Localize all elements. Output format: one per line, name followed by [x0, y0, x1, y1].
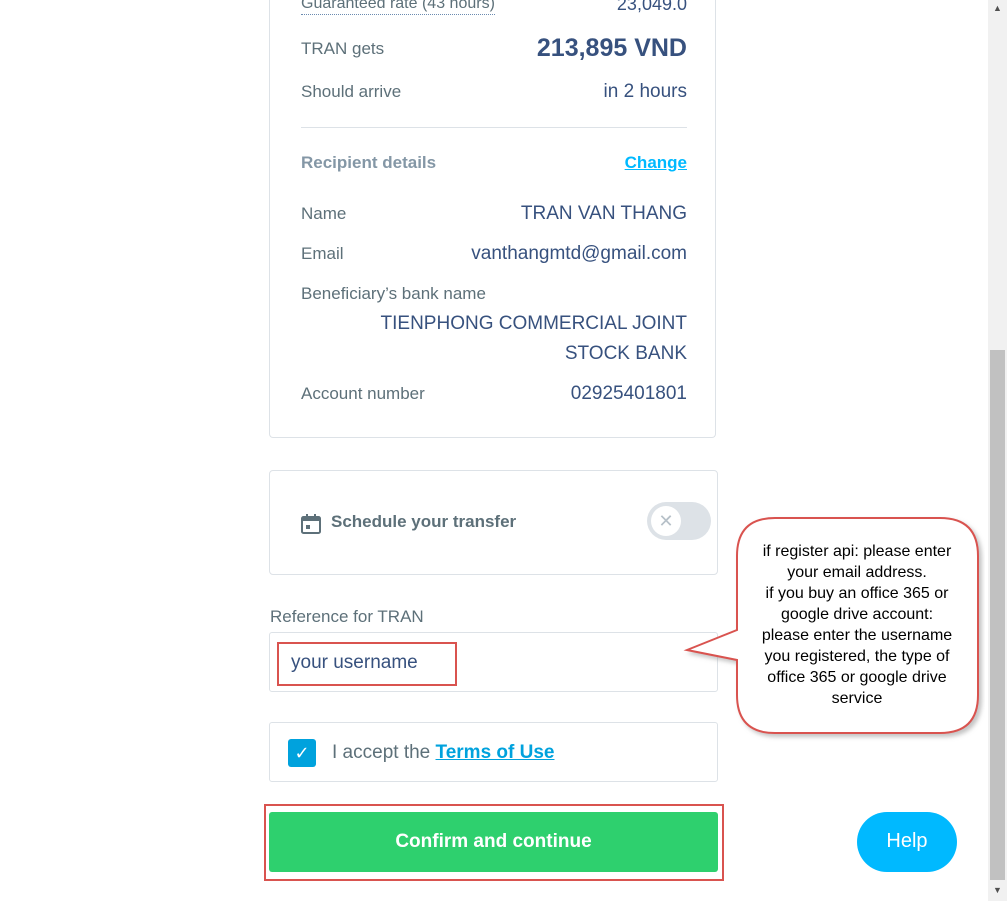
- calendar-icon: [301, 514, 321, 534]
- help-button[interactable]: Help: [857, 812, 957, 872]
- terms-prefix: I accept the: [332, 742, 431, 763]
- callout-line: your email address.: [787, 564, 927, 581]
- summary-divider: [301, 127, 687, 128]
- callout-line: office 365 or google drive: [767, 669, 947, 686]
- callout-line: google drive account:: [780, 606, 934, 623]
- check-icon: ✓: [294, 743, 310, 763]
- callout-line: you registered, the type of: [764, 648, 950, 665]
- confirm-continue-button[interactable]: Confirm and continue: [269, 812, 718, 872]
- reference-label: Reference for TRAN: [270, 607, 424, 626]
- recipient-gets-value: 213,895 VND: [536, 34, 687, 62]
- arrival-label: Should arrive: [301, 82, 402, 101]
- change-recipient-link[interactable]: Change: [625, 153, 687, 173]
- recipient-bank-value: TIENPHONG COMMERCIAL JOINT STOCK BANK: [327, 309, 687, 369]
- recipient-bank-line-2: STOCK BANK: [564, 343, 687, 364]
- recipient-email-label: Email: [301, 244, 344, 263]
- reference-input-value[interactable]: your username: [291, 652, 418, 674]
- scroll-up-icon[interactable]: ▲: [990, 0, 1005, 17]
- terms-of-use-link[interactable]: Terms of Use: [436, 742, 555, 763]
- scrollbar[interactable]: ▲ ▼: [988, 0, 1007, 901]
- terms-box: ✓ I accept the Terms of Use: [269, 722, 718, 782]
- recipient-name-value: TRAN VAN THANG: [520, 203, 687, 224]
- recipient-name-label: Name: [301, 204, 347, 223]
- recipient-bank-line-1: TIENPHONG COMMERCIAL JOINT: [380, 313, 687, 334]
- recipient-email-value: vanthangmtd@gmail.com: [471, 243, 687, 264]
- guaranteed-rate-label[interactable]: Guaranteed rate (43 hours): [301, 0, 495, 15]
- recipient-bank-label: Beneficiary’s bank name: [301, 284, 486, 303]
- arrival-value: in 2 hours: [603, 81, 687, 102]
- recipient-account-label: Account number: [301, 384, 425, 403]
- callout-text: if register api: please enter your email…: [740, 541, 974, 709]
- callout-line: if register api: please enter: [762, 543, 952, 560]
- scroll-down-icon[interactable]: ▼: [990, 882, 1005, 899]
- callout-line: if you buy an office 365 or: [765, 585, 949, 602]
- schedule-transfer-label: Schedule your transfer: [331, 512, 517, 531]
- terms-checkbox[interactable]: ✓: [288, 739, 316, 767]
- recipient-account-value: 02925401801: [570, 383, 687, 404]
- scrollbar-thumb[interactable]: [990, 350, 1005, 880]
- guaranteed-rate-value: 23,049.0: [616, 0, 687, 14]
- recipient-gets-label: TRAN gets: [301, 39, 385, 58]
- callout-line: service: [831, 690, 883, 707]
- close-icon: ✕: [651, 506, 681, 536]
- schedule-transfer-box: Schedule your transfer ✕: [269, 470, 718, 575]
- callout-line: please enter the username: [761, 627, 953, 644]
- terms-text: I accept the Terms of Use: [332, 742, 554, 764]
- recipient-details-title: Recipient details: [301, 153, 437, 172]
